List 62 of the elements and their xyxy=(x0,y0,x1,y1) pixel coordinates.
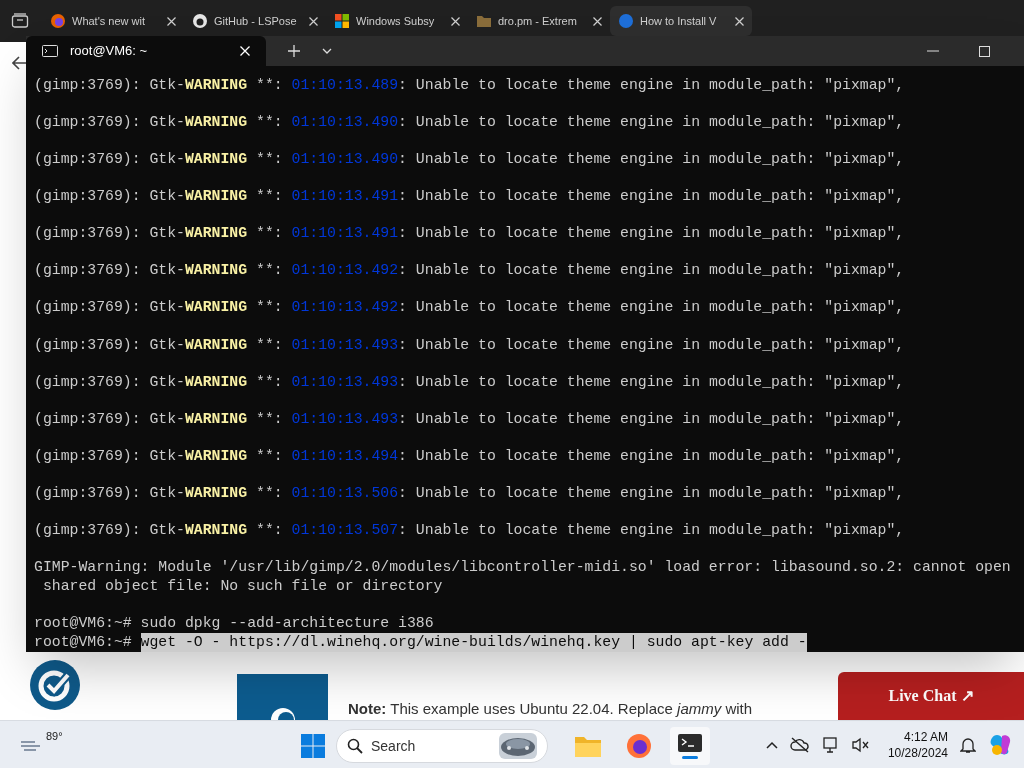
tab-title: What's new wit xyxy=(72,13,146,29)
log-line: (gimp:3769): Gtk-WARNING **: 01:10:13.507: Unable to locate theme engine in module_path: "pixmap", xyxy=(34,520,906,540)
browser-tab[interactable]: dro.pm - Extrem xyxy=(468,6,610,36)
log-line: (gimp:3769): Gtk-WARNING **: 01:10:13.493: Unable to locate theme engine in module_path: "pixmap", xyxy=(34,372,906,392)
search-icon xyxy=(347,738,363,754)
terminal-tab-title: root@VM6: ~ xyxy=(70,42,149,61)
search-input[interactable]: Search xyxy=(371,735,491,757)
log-line: (gimp:3769): Gtk-WARNING **: 01:10:13.492: Unable to locate theme engine in module_path: "pixmap", xyxy=(34,298,906,318)
close-tab-icon[interactable] xyxy=(309,16,318,26)
log-line: (gimp:3769): Gtk-WARNING **: 01:10:13.492: Unable to locate theme engine in module_path: "pixmap", xyxy=(34,261,906,281)
terminal-tab[interactable]: root@VM6: ~ xyxy=(26,36,266,66)
search-field[interactable]: Search xyxy=(336,729,548,763)
output-line: GIMP-Warning: Module '/usr/lib/gimp/2.0/modules/libcontroller-midi.so' load error: libasound.so.2: cannot open xyxy=(34,558,1012,577)
bell-icon[interactable] xyxy=(960,735,976,754)
tab-title: GitHub - LSPose xyxy=(214,13,298,29)
live-chat-button[interactable]: Live Chat ↗ xyxy=(838,672,1024,720)
log-line: (gimp:3769): Gtk-WARNING **: 01:10:13.489: Unable to locate theme engine in module_path: "pixmap", xyxy=(34,76,906,95)
clock[interactable]: 4:12 AM 10/28/2024 xyxy=(887,728,948,761)
note-text: Note: This example uses Ubuntu 22.04. Replace jammy with xyxy=(348,699,753,719)
command-text: wget -O - https://dl.winehq.org/wine-builds/winehq.key | sudo apt-key add - xyxy=(140,633,807,652)
log-line: (gimp:3769): Gtk-WARNING **: 01:10:13.491: Unable to locate theme engine in module_path: "pixmap", xyxy=(34,224,906,244)
weather-temperature: 89° xyxy=(46,729,63,745)
folder-icon xyxy=(476,13,492,29)
speaker-muted-icon[interactable] xyxy=(851,736,870,753)
log-line: (gimp:3769): Gtk-WARNING **: 01:10:13.494: Unable to locate theme engine in module_path: "pixmap", xyxy=(34,446,906,466)
browser-tab[interactable]: What's new wit xyxy=(42,6,184,36)
browser-tab[interactable]: Windows Subsy xyxy=(326,6,468,36)
output-line: shared object file: No such file or directory xyxy=(41,577,444,596)
tab-title: How to Install V xyxy=(640,13,718,29)
clock-time: 4:12 AM xyxy=(903,728,948,745)
new-tab-icon[interactable] xyxy=(288,45,300,57)
log-line: (gimp:3769): Gtk-WARNING **: 01:10:13.493: Unable to locate theme engine in module_path: "pixmap", xyxy=(34,409,906,429)
log-line: (gimp:3769): Gtk-WARNING **: 01:10:13.506: Unable to locate theme engine in module_path: "pixmap", xyxy=(34,483,906,503)
close-tab-icon[interactable] xyxy=(593,16,602,26)
tab-title: dro.pm - Extrem xyxy=(498,13,578,29)
log-line: (gimp:3769): Gtk-WARNING **: 01:10:13.490: Unable to locate theme engine in module_path: "pixmap", xyxy=(34,113,906,133)
browser-tab[interactable]: GitHub - LSPose xyxy=(184,6,326,36)
back-arrow-icon[interactable] xyxy=(12,56,28,70)
windows-icon xyxy=(334,13,350,29)
terminal-icon xyxy=(42,45,58,57)
shell-prompt: root@VM6:~# xyxy=(34,633,133,652)
log-line: (gimp:3769): Gtk-WARNING **: 01:10:13.491: Unable to locate theme engine in module_path: "pixmap", xyxy=(34,187,906,207)
close-tab-icon[interactable] xyxy=(167,16,176,26)
tab-title: Windows Subsy xyxy=(356,13,436,29)
network-icon[interactable] xyxy=(821,735,840,754)
dropdown-caret-icon[interactable] xyxy=(322,48,332,54)
chevron-up-icon[interactable] xyxy=(765,740,778,749)
command-text: sudo dpkg --add-architecture i386 xyxy=(140,614,434,634)
log-line: (gimp:3769): Gtk-WARNING **: 01:10:13.493: Unable to locate theme engine in module_path: "pixmap", xyxy=(34,335,906,355)
clock-date: 10/28/2024 xyxy=(887,744,948,761)
close-tab-icon[interactable] xyxy=(735,16,744,26)
log-line: (gimp:3769): Gtk-WARNING **: 01:10:13.490: Unable to locate theme engine in module_path: "pixmap", xyxy=(34,150,906,170)
shell-prompt: root@VM6:~# xyxy=(34,614,133,634)
browser-tab[interactable]: How to Install V xyxy=(610,6,752,36)
terminal-icon xyxy=(678,733,702,752)
maximize-icon[interactable] xyxy=(979,45,990,57)
close-tab-icon[interactable] xyxy=(451,16,460,26)
checkmark-logo-icon xyxy=(30,660,80,710)
windows-start-icon[interactable] xyxy=(300,733,326,759)
terminal-taskbar-button[interactable] xyxy=(670,727,710,765)
cloud-off-icon[interactable] xyxy=(789,736,810,753)
tab-actions-icon[interactable] xyxy=(11,13,29,29)
